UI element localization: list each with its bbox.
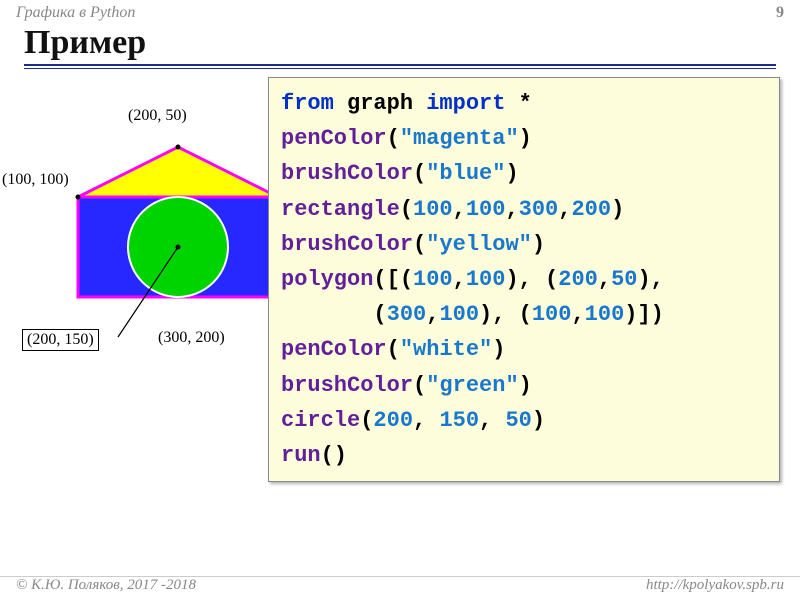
code-line: (300,100), (100,100)]) (281, 297, 767, 332)
divider (24, 64, 776, 66)
code-line: brushColor("yellow") (281, 227, 767, 262)
code-line: circle(200, 150, 50) (281, 403, 767, 438)
label-center: (200, 150) (22, 329, 99, 351)
code-line: brushColor("blue") (281, 156, 767, 191)
code-line: penColor("white") (281, 332, 767, 367)
code-line: brushColor("green") (281, 368, 767, 403)
topbar: Графика в Python 9 (0, 0, 800, 22)
code-line: from graph import * (281, 86, 767, 121)
house-svg (8, 107, 268, 367)
footer: © К.Ю. Поляков, 2017 -2018 http://kpolya… (0, 576, 800, 594)
code-line: run() (281, 438, 767, 473)
footer-url: http://kpolyakov.spb.ru (646, 577, 784, 594)
diagram: (200, 50) (100, 100) (200, 150) (300, 20… (8, 107, 268, 367)
slide-title: Пример (0, 24, 800, 62)
content-area: (200, 50) (100, 100) (200, 150) (300, 20… (0, 69, 800, 482)
label-br: (300, 200) (158, 329, 225, 347)
code-line: polygon([(100,100), (200,50), (281, 262, 767, 297)
copyright: © К.Ю. Поляков, 2017 -2018 (16, 577, 196, 594)
course-label: Графика в Python (16, 4, 135, 22)
label-left: (100, 100) (2, 171, 69, 189)
code-block: from graph import * penColor("magenta") … (268, 77, 780, 482)
figure-panel: (200, 50) (100, 100) (200, 150) (300, 20… (8, 77, 268, 482)
label-top: (200, 50) (128, 107, 187, 125)
page-number: 9 (776, 4, 784, 22)
code-line: penColor("magenta") (281, 121, 767, 156)
code-line: rectangle(100,100,300,200) (281, 192, 767, 227)
slide: Графика в Python 9 Пример (0, 0, 800, 600)
code-panel: from graph import * penColor("magenta") … (268, 77, 780, 482)
